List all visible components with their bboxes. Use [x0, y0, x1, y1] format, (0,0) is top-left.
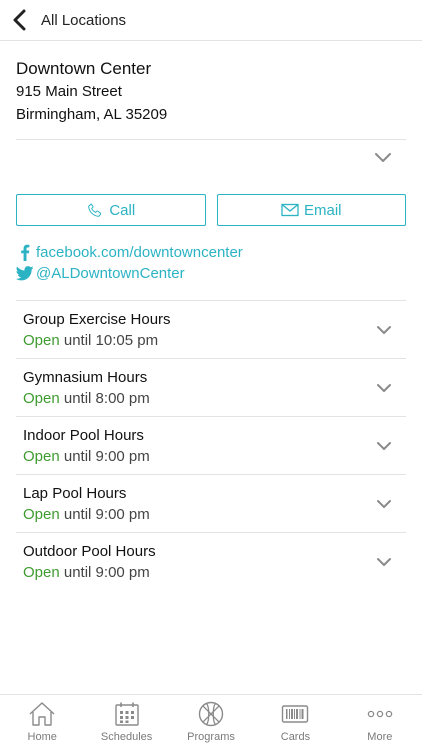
contact-buttons: Call Email: [16, 194, 406, 226]
facebook-handle: facebook.com/downtowncenter: [36, 244, 243, 261]
envelope-icon: [281, 203, 299, 217]
phone-icon: [88, 203, 102, 217]
email-label: Email: [303, 201, 342, 219]
hours-title: Gymnasium Hours: [23, 369, 148, 386]
home-icon: [29, 702, 55, 726]
call-button[interactable]: Call: [16, 194, 206, 226]
hours-row-outdoor-pool[interactable]: Outdoor Pool Hours Open until 9:00 pm: [16, 533, 406, 591]
hours-until: until 9:00 pm: [59, 448, 150, 465]
top-bar: All Locations: [0, 0, 422, 41]
chevron-down-icon: [377, 558, 391, 566]
tab-label: Schedules: [100, 731, 153, 743]
location-street: 915 Main Street: [16, 83, 122, 100]
tab-label: More: [367, 731, 393, 743]
chevron-down-icon: [377, 500, 391, 508]
open-status: Open: [23, 506, 60, 523]
hours-title: Lap Pool Hours: [23, 485, 127, 502]
back-label: All Locations: [41, 11, 127, 29]
twitter-handle: @ALDowntownCenter: [36, 265, 185, 282]
chevron-down-icon: [377, 442, 391, 450]
chevron-left-icon: [13, 9, 26, 31]
hours-until: until 9:00 pm: [59, 506, 150, 523]
twitter-icon: [15, 266, 35, 281]
hours-row-gymnasium[interactable]: Gymnasium Hours Open until 8:00 pm: [16, 359, 406, 417]
open-status: Open: [23, 390, 60, 407]
tab-cards[interactable]: Cards: [253, 695, 337, 750]
hours-row-lap-pool[interactable]: Lap Pool Hours Open until 9:00 pm: [16, 475, 406, 533]
tab-label: Cards: [280, 731, 311, 743]
location-info: Downtown Center 915 Main Street Birmingh…: [16, 58, 406, 126]
email-button[interactable]: Email: [216, 194, 406, 226]
basketball-icon: [198, 701, 224, 727]
location-city: Birmingham, AL 35209: [16, 106, 168, 123]
tab-home[interactable]: Home: [0, 695, 84, 750]
hours-status: Open until 8:00 pm: [23, 390, 150, 407]
divider: [16, 139, 406, 140]
tab-bar: Home Schedules Programs Cards More: [0, 694, 422, 750]
barcode-card-icon: [282, 705, 309, 723]
chevron-down-icon: [377, 384, 391, 392]
hours-until: until 10:05 pm: [59, 332, 159, 349]
calendar-icon: [114, 702, 139, 726]
tab-label: Home: [27, 731, 57, 743]
hours-status: Open until 9:00 pm: [23, 506, 150, 523]
hours-status: Open until 9:00 pm: [23, 564, 150, 581]
call-label: Call: [109, 201, 136, 219]
hours-until: until 8:00 pm: [59, 390, 150, 407]
open-status: Open: [23, 564, 60, 581]
tab-label: Programs: [187, 731, 235, 743]
hours-title: Outdoor Pool Hours: [23, 543, 156, 560]
facebook-link[interactable]: facebook.com/downtowncenter: [15, 242, 243, 263]
more-dots-icon: [367, 710, 393, 718]
hours-title: Indoor Pool Hours: [23, 427, 144, 444]
hours-title: Group Exercise Hours: [23, 311, 171, 328]
hours-row-indoor-pool[interactable]: Indoor Pool Hours Open until 9:00 pm: [16, 417, 406, 475]
tab-schedules[interactable]: Schedules: [84, 695, 168, 750]
chevron-down-icon: [377, 326, 391, 334]
hours-status: Open until 9:00 pm: [23, 448, 150, 465]
hours-row-group-exercise[interactable]: Group Exercise Hours Open until 10:05 pm: [16, 301, 406, 359]
hours-status: Open until 10:05 pm: [23, 332, 158, 349]
social-links: facebook.com/downtowncenter @ALDowntownC…: [15, 242, 243, 284]
tab-programs[interactable]: Programs: [169, 695, 253, 750]
open-status: Open: [23, 332, 60, 349]
hours-until: until 9:00 pm: [59, 564, 150, 581]
chevron-down-icon[interactable]: [374, 151, 392, 165]
hours-list: Group Exercise Hours Open until 10:05 pm…: [16, 300, 406, 591]
tab-more[interactable]: More: [338, 695, 422, 750]
back-button[interactable]: All Locations: [0, 0, 126, 41]
twitter-link[interactable]: @ALDowntownCenter: [15, 263, 243, 284]
location-name: Downtown Center: [16, 59, 152, 78]
open-status: Open: [23, 448, 60, 465]
facebook-icon: [15, 244, 35, 261]
